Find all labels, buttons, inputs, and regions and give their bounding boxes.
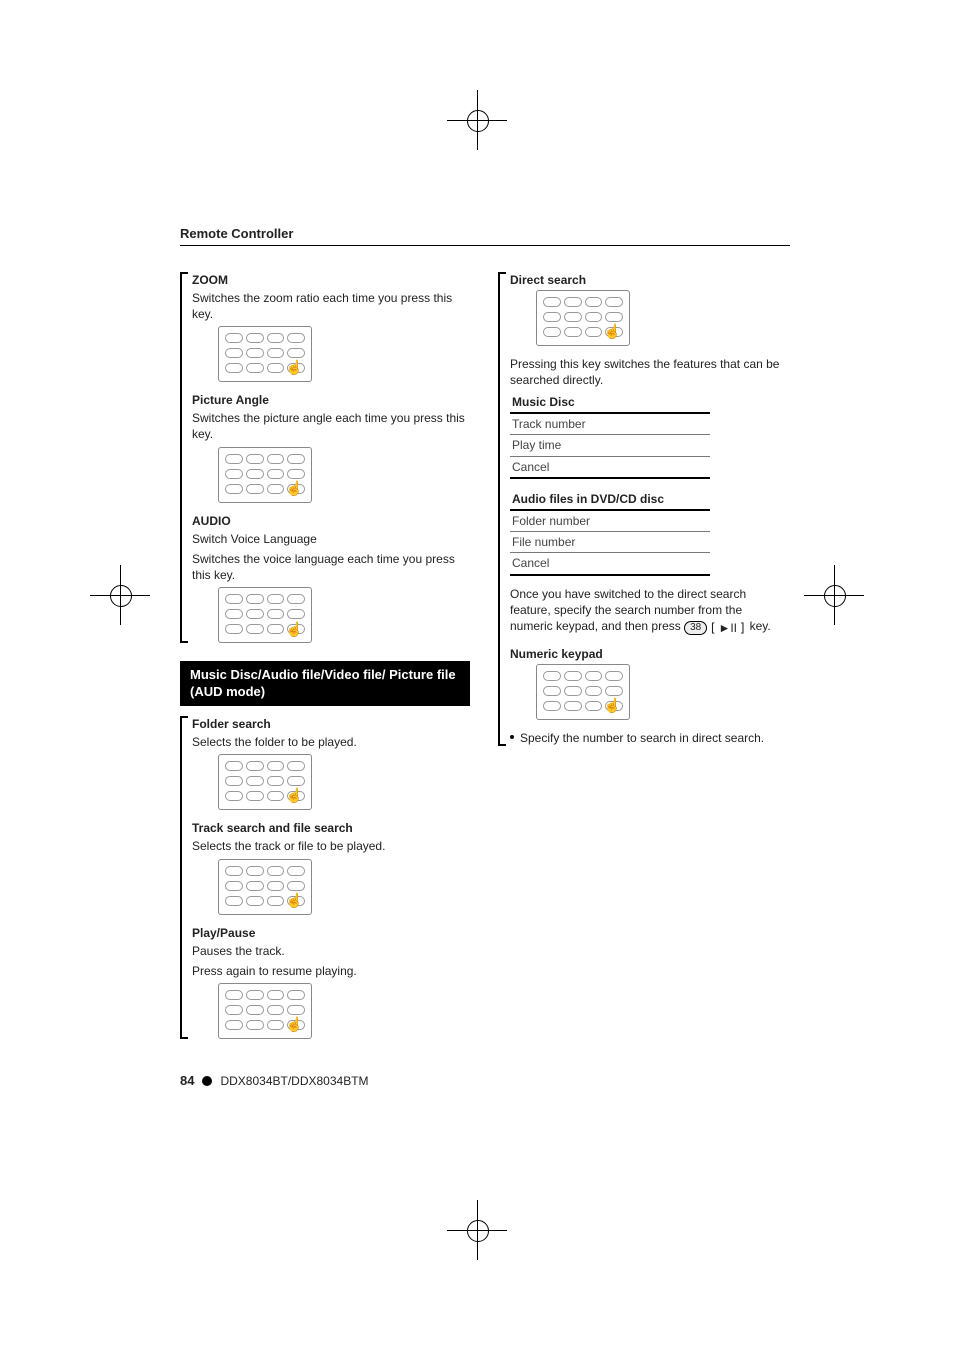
mode-heading: Music Disc/Audio file/Video file/ Pictur… [180, 661, 470, 706]
pointer-icon: ☝ [604, 696, 621, 715]
play-pause-remote-icon: ☝ [218, 983, 312, 1039]
audio-remote-icon: ☝ [218, 587, 312, 643]
page: Remote Controller ZOOM Switches the zoom… [0, 0, 954, 1350]
play-pause-line2: Press again to resume playing. [192, 963, 470, 979]
crop-mark-bottom [447, 1200, 507, 1260]
pointer-icon: ☝ [286, 786, 303, 805]
table-row: File number [510, 532, 710, 553]
table-row: Folder number [510, 510, 710, 532]
track-search-remote-icon: ☝ [218, 859, 312, 915]
audio-line2: Switches the voice language each time yo… [192, 551, 470, 583]
pointer-icon: ☝ [286, 479, 303, 498]
after-tables-suffix: key. [750, 619, 771, 633]
audio-files-heading: Audio files in DVD/CD disc [510, 489, 710, 510]
crop-mark-top [447, 90, 507, 150]
play-pause-line1: Pauses the track. [192, 943, 470, 959]
table-row: Cancel [510, 553, 710, 575]
after-tables-sentence: Once you have switched to the direct sea… [510, 586, 788, 636]
left-column: ZOOM Switches the zoom ratio each time y… [180, 262, 470, 1050]
model-line: DDX8034BT/DDX8034BTM [220, 1073, 368, 1089]
folder-search-remote-icon: ☝ [218, 754, 312, 810]
direct-search-desc: Pressing this key switches the features … [510, 356, 788, 388]
numeric-keypad-bullet-text: Specify the number to search in direct s… [520, 730, 764, 746]
play-pause-key-icon: 38 [►II] [684, 620, 746, 636]
zoom-title: ZOOM [192, 272, 470, 288]
zoom-desc: Switches the zoom ratio each time you pr… [192, 290, 470, 322]
pointer-icon: ☝ [286, 1015, 303, 1034]
aud-group-bracket: Folder search Selects the folder to be p… [180, 716, 470, 1039]
folder-search-desc: Selects the folder to be played. [192, 734, 470, 750]
folder-search-title: Folder search [192, 716, 470, 732]
direct-search-bracket: Direct search ☝ Pressing this key switch… [498, 272, 788, 747]
numeric-keypad-bullet: Specify the number to search in direct s… [510, 730, 788, 746]
crop-mark-left [90, 565, 150, 625]
track-search-desc: Selects the track or file to be played. [192, 838, 470, 854]
pointer-icon: ☝ [286, 620, 303, 639]
section-heading: Remote Controller [180, 225, 790, 246]
numeric-keypad-remote-icon: ☝ [536, 664, 630, 720]
crop-mark-right [804, 565, 864, 625]
audio-line1: Switch Voice Language [192, 531, 470, 547]
bullet-icon [510, 735, 514, 739]
content-area: Remote Controller ZOOM Switches the zoom… [180, 225, 790, 1049]
direct-search-title: Direct search [510, 272, 788, 288]
footer-dot-icon [202, 1076, 212, 1086]
music-disc-heading: Music Disc [510, 392, 710, 413]
pointer-icon: ☝ [286, 891, 303, 910]
audio-files-table: Audio files in DVD/CD disc Folder number… [510, 489, 710, 576]
page-footer: 84 DDX8034BT/DDX8034BTM [180, 1072, 369, 1090]
table-row: Track number [510, 413, 710, 435]
numeric-keypad-title: Numeric keypad [510, 646, 788, 662]
page-number: 84 [180, 1072, 194, 1090]
music-disc-table: Music Disc Track number Play time Cancel [510, 392, 710, 479]
track-search-title: Track search and file search [192, 820, 470, 836]
audio-title: AUDIO [192, 513, 470, 529]
right-column: Direct search ☝ Pressing this key switch… [498, 262, 788, 1050]
table-row: Cancel [510, 456, 710, 478]
dvd-group-bracket: ZOOM Switches the zoom ratio each time y… [180, 272, 470, 644]
pointer-icon: ☝ [604, 322, 621, 341]
picture-angle-title: Picture Angle [192, 392, 470, 408]
table-row: Play time [510, 435, 710, 456]
play-pause-title: Play/Pause [192, 925, 470, 941]
picture-angle-remote-icon: ☝ [218, 447, 312, 503]
zoom-remote-icon: ☝ [218, 326, 312, 382]
picture-angle-desc: Switches the picture angle each time you… [192, 410, 470, 442]
pointer-icon: ☝ [286, 358, 303, 377]
direct-search-remote-icon: ☝ [536, 290, 630, 346]
